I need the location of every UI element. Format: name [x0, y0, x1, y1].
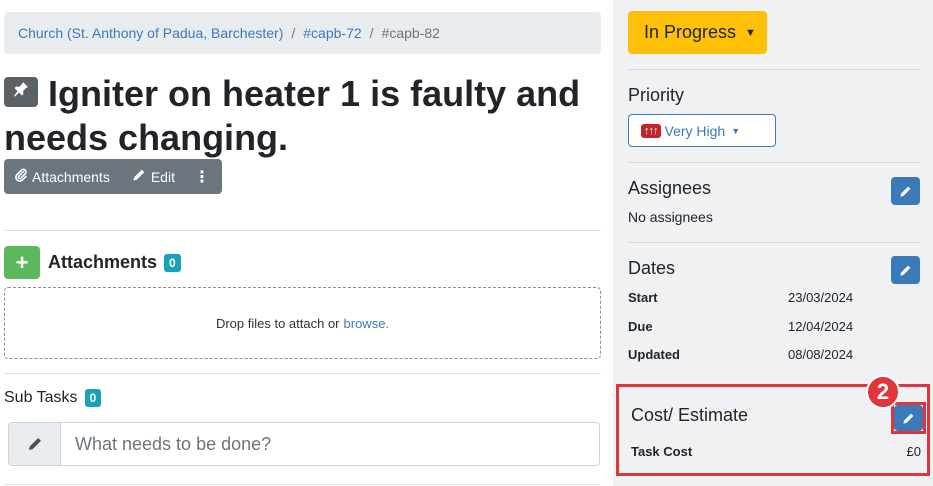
date-value: 12/04/2024 — [788, 319, 854, 334]
page-title: Igniter on heater 1 is faulty and needs … — [4, 72, 594, 160]
assignees-heading: Assignees — [628, 178, 712, 198]
new-subtask-field — [8, 422, 600, 466]
task-page: Church (St. Anthony of Padua, Barchester… — [0, 0, 933, 486]
task-cost-row: Task Cost £0 — [631, 444, 921, 459]
pencil-icon — [9, 423, 61, 465]
edit-dates-button[interactable] — [891, 256, 920, 284]
date-value: 23/03/2024 — [788, 290, 854, 305]
pencil-icon — [132, 168, 146, 185]
date-label: Updated — [628, 347, 680, 362]
cost-estimate-section-highlight: Cost/ Estimate 2 Task Cost £0 — [616, 375, 930, 476]
date-row-start: Start 23/03/2024 — [628, 290, 918, 305]
priority-value: Very High — [664, 122, 726, 139]
cost-heading: Cost/ Estimate — [631, 405, 749, 425]
breadcrumb-link-site[interactable]: Church (St. Anthony of Padua, Barchester… — [18, 25, 283, 41]
edit-cost-highlight — [891, 402, 926, 434]
breadcrumb-current: #capb-82 — [381, 25, 440, 41]
priority-heading: Priority — [628, 85, 685, 105]
paperclip-icon — [15, 168, 27, 185]
assignees-empty-text: No assignees — [628, 209, 713, 225]
task-action-toolbar: Attachments Edit ⋮ — [4, 159, 222, 194]
attachments-header: + Attachments 0 — [4, 246, 181, 279]
divider — [4, 230, 601, 231]
caret-down-icon: ▼ — [731, 125, 741, 136]
step-number-badge: 2 — [866, 375, 900, 409]
dropzone-text: Drop files to attach or — [215, 315, 340, 331]
divider — [628, 69, 920, 70]
attachments-heading: Attachments — [48, 252, 158, 272]
divider — [4, 373, 601, 374]
divider — [628, 242, 920, 243]
task-cost-value: £0 — [906, 444, 921, 459]
attachments-button-label: Attachments — [32, 168, 110, 185]
pencil-icon — [900, 265, 911, 276]
priority-dropdown[interactable]: ↑↑↑ Very High ▼ — [628, 114, 776, 147]
add-attachment-button[interactable]: + — [4, 246, 40, 279]
status-dropdown[interactable]: In Progress ▼ — [628, 11, 767, 54]
task-sidebar: In Progress ▼ Priority ↑↑↑ Very High ▼ A… — [613, 0, 933, 486]
divider — [628, 162, 920, 163]
edit-button[interactable]: Edit — [121, 159, 186, 194]
edit-button-label: Edit — [150, 168, 175, 185]
caret-down-icon: ▼ — [745, 26, 756, 39]
subtask-input[interactable] — [61, 423, 599, 465]
subtasks-header: Sub Tasks 0 — [4, 389, 102, 407]
more-options-button[interactable]: ⋮ — [186, 159, 222, 194]
task-cost-label: Task Cost — [631, 444, 693, 459]
breadcrumb-separator: / — [369, 25, 374, 41]
task-title-block: Igniter on heater 1 is faulty and needs … — [4, 72, 594, 160]
date-label: Due — [628, 319, 653, 334]
breadcrumb-separator: / — [291, 25, 296, 41]
pencil-icon — [903, 413, 914, 424]
browse-link[interactable]: browse. — [344, 316, 390, 331]
pin-icon[interactable] — [4, 77, 38, 108]
date-row-updated: Updated 08/08/2024 — [628, 347, 918, 362]
status-label: In Progress — [644, 22, 737, 42]
attachment-dropzone[interactable]: Drop files to attach or browse. — [4, 287, 601, 359]
date-label: Start — [628, 290, 658, 305]
edit-assignees-button[interactable] — [891, 177, 920, 205]
date-value: 08/08/2024 — [788, 347, 854, 362]
task-main-column: Church (St. Anthony of Padua, Barchester… — [4, 0, 601, 486]
attachments-button[interactable]: Attachments — [4, 159, 121, 194]
subtasks-heading: Sub Tasks — [4, 389, 78, 406]
priority-arrows-icon: ↑↑↑ — [641, 123, 661, 138]
date-row-due: Due 12/04/2024 — [628, 319, 918, 334]
attachments-count-badge: 0 — [164, 253, 181, 272]
pencil-icon — [900, 186, 911, 197]
breadcrumb: Church (St. Anthony of Padua, Barchester… — [4, 12, 601, 54]
dates-heading: Dates — [628, 258, 676, 278]
edit-cost-button[interactable] — [894, 405, 923, 431]
divider — [4, 484, 601, 485]
breadcrumb-link-parent-task[interactable]: #capb-72 — [303, 25, 361, 41]
task-title-text: Igniter on heater 1 is faulty and needs … — [4, 73, 581, 158]
subtasks-count-badge: 0 — [84, 389, 102, 407]
